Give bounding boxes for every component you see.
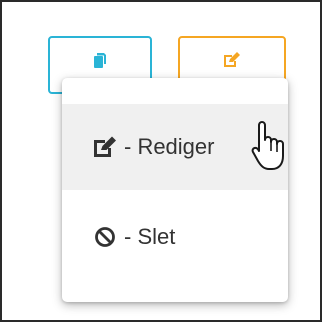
menu-item-delete-label: - Slet [124, 224, 176, 249]
dialog-frame: - Rediger - Slet [0, 0, 322, 322]
ban-icon [92, 224, 118, 250]
copy-icon [92, 52, 108, 75]
edit-icon [223, 52, 241, 73]
menu-item-edit[interactable]: - Rediger [62, 104, 288, 190]
context-menu: - Rediger - Slet [62, 78, 288, 302]
menu-item-delete[interactable]: - Slet [62, 190, 288, 284]
menu-item-edit-label: - Rediger [124, 134, 215, 159]
edit-icon [92, 134, 118, 160]
